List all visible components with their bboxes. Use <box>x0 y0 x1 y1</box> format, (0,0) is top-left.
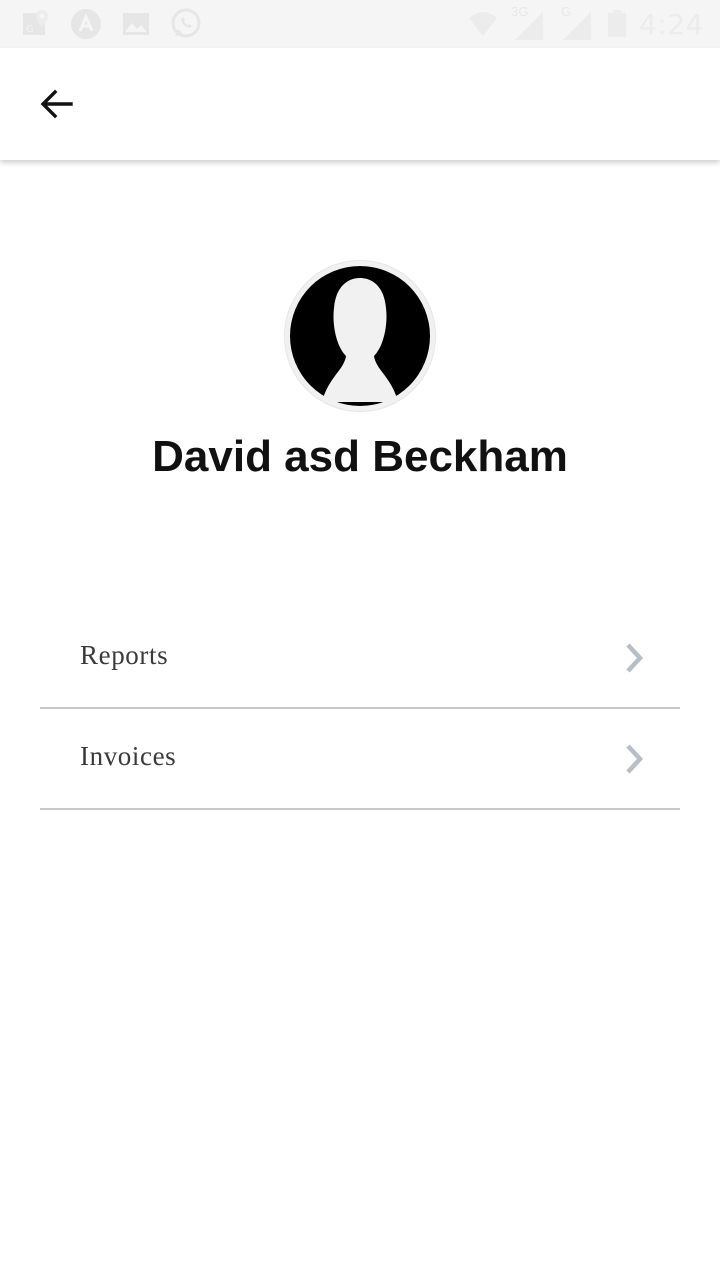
back-button[interactable] <box>30 78 82 130</box>
chevron-right-icon <box>626 643 644 673</box>
chevron-right-icon <box>626 744 644 774</box>
status-bar: G 3G G 4:24 <box>0 0 720 48</box>
whatsapp-notification-icon <box>171 8 201 38</box>
battery-icon <box>608 10 627 37</box>
wifi-icon <box>469 12 498 36</box>
menu-item-invoices[interactable]: Invoices <box>40 709 680 810</box>
arrow-back-icon <box>40 89 73 119</box>
menu-item-label: Reports <box>80 640 169 670</box>
profile-avatar <box>284 260 436 412</box>
system-icons: 3G G 4:24 <box>467 4 704 44</box>
profile-menu: Reports Invoices <box>40 608 680 810</box>
app-notification-icon <box>71 9 101 39</box>
notification-icons: G <box>20 6 202 42</box>
default-avatar-icon <box>290 266 430 406</box>
app-bar <box>0 48 720 160</box>
svg-text:G: G <box>26 24 34 35</box>
maps-notification-icon: G <box>23 10 48 35</box>
menu-item-reports[interactable]: Reports <box>40 608 680 709</box>
gallery-notification-icon <box>123 13 149 35</box>
profile-name: David asd Beckham <box>152 432 568 481</box>
menu-item-label: Invoices <box>80 741 177 771</box>
status-time: 4:24 <box>639 7 704 41</box>
signal-g-icon: G <box>559 4 595 42</box>
signal-3g-icon: 3G <box>511 4 547 42</box>
